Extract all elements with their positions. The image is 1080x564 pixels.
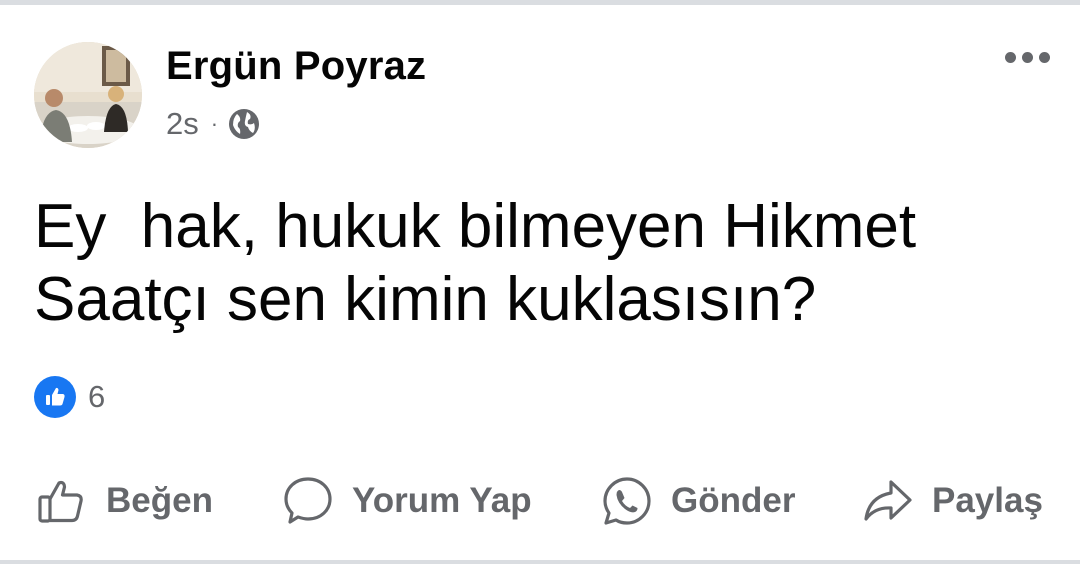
send-button[interactable]: Gönder	[601, 470, 795, 532]
share-label: Paylaş	[932, 481, 1043, 520]
top-divider	[0, 0, 1080, 5]
comment-icon	[284, 477, 332, 524]
action-bar: Beğen Yorum Yap Gönder Paylaş	[0, 470, 1080, 532]
comment-label: Yorum Yap	[352, 481, 532, 520]
post-meta: 2s ·	[166, 104, 260, 144]
post-timestamp[interactable]: 2s	[166, 106, 199, 142]
avatar[interactable]	[34, 42, 142, 148]
bottom-divider	[0, 560, 1080, 564]
more-dot-icon	[1039, 52, 1050, 63]
meta-separator: ·	[210, 111, 219, 136]
more-dot-icon	[1005, 52, 1016, 63]
avatar-photo	[34, 42, 142, 148]
share-button[interactable]: Paylaş	[862, 470, 1043, 532]
whatsapp-icon	[603, 477, 651, 525]
share-arrow-icon	[864, 480, 912, 521]
reactions-summary[interactable]: 6	[34, 376, 105, 418]
more-dot-icon	[1022, 52, 1033, 63]
thumbs-up-icon	[38, 480, 83, 523]
comment-button[interactable]: Yorum Yap	[282, 470, 532, 532]
like-reaction-icon	[34, 376, 76, 418]
send-label: Gönder	[671, 481, 796, 520]
reaction-count: 6	[88, 379, 106, 414]
like-label: Beğen	[106, 481, 213, 520]
author-name[interactable]: Ergün Poyraz	[166, 44, 426, 89]
more-options-button[interactable]	[1005, 52, 1050, 63]
post-text: Ey hak, hukuk bilmeyen Hikmet Saatçı sen…	[34, 192, 917, 334]
globe-icon[interactable]	[228, 108, 260, 140]
like-button[interactable]: Beğen	[36, 470, 213, 532]
